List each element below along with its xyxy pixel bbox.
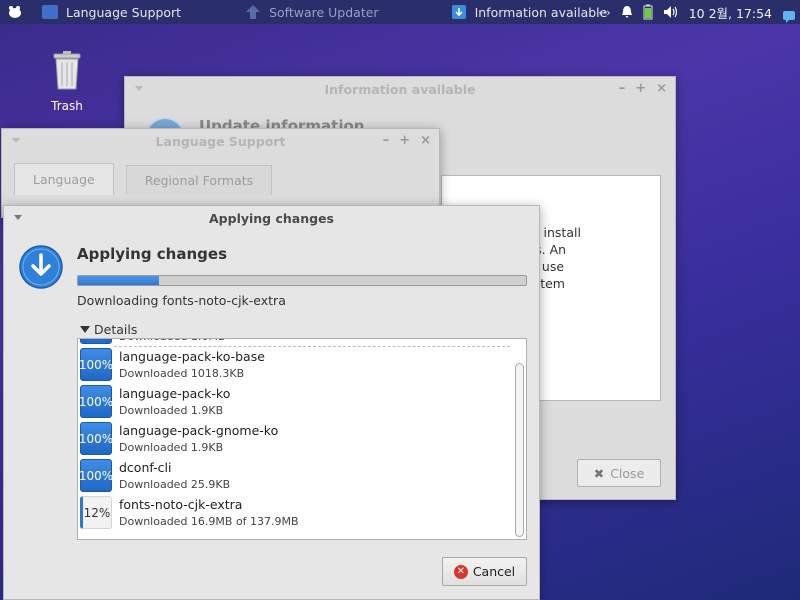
progress-badge: 100%	[79, 348, 113, 381]
cancel-button-label: Cancel	[472, 564, 516, 579]
language-support-icon	[42, 5, 58, 19]
task-label: Information available	[474, 4, 608, 20]
task-label: Software Updater	[269, 4, 379, 20]
close-button[interactable]: ✖ Close	[577, 459, 661, 487]
task-label: Language Support	[66, 4, 182, 20]
apply-titlebar[interactable]: Applying changes	[4, 206, 539, 230]
software-updater-icon	[246, 5, 261, 19]
language-window-title: Language Support	[155, 133, 286, 149]
progress-badge: 12%	[80, 496, 112, 529]
battery-icon[interactable]	[643, 4, 653, 20]
apply-dialog-title: Applying changes	[209, 210, 334, 226]
trash-label: Trash	[51, 99, 83, 113]
task-information-available[interactable]: Information available	[443, 0, 616, 24]
volume-icon[interactable]	[663, 5, 679, 19]
download-size: Downloaded 25.9KB	[119, 478, 231, 491]
package-name: dconf-cli	[119, 460, 172, 475]
package-name: fonts-noto-cjk-extra	[119, 497, 243, 512]
list-item: 100% language-pack-ko Downloaded 1.9KB	[78, 383, 510, 420]
package-name: language-pack-ko	[119, 386, 231, 401]
language-titlebar[interactable]: Language Support – + ×	[2, 129, 439, 153]
clock[interactable]: 10 2월, 17:54	[689, 3, 772, 22]
top-panel: Language Support Software Updater Inform…	[0, 0, 800, 24]
window-menu-icon[interactable]	[12, 138, 20, 143]
info-titlebar[interactable]: Information available – + ×	[125, 77, 675, 101]
tab-regional-formats[interactable]: Regional Formats	[125, 165, 273, 195]
window-menu-icon[interactable]	[135, 86, 143, 91]
download-list[interactable]: 100% Downloaded 1.6MB 100% language-pack-ko…	[77, 338, 527, 540]
list-item: 12% fonts-noto-cjk-extra Downloaded 16.9MB…	[78, 494, 510, 531]
maximize-icon[interactable]: +	[399, 133, 410, 148]
download-size: Downloaded 1.9KB	[119, 404, 224, 417]
download-size: Downloaded 16.9MB of 137.9MB	[119, 515, 299, 528]
overall-progress-bar	[77, 275, 527, 286]
progress-badge: 100%	[80, 339, 112, 344]
details-label: Details	[94, 322, 138, 337]
progress-fill	[78, 276, 159, 285]
cancel-icon: ✕	[453, 564, 468, 579]
task-software-updater[interactable]: Software Updater	[237, 0, 387, 24]
apply-heading: Applying changes	[77, 245, 227, 263]
scrollbar-thumb[interactable]	[515, 363, 524, 537]
list-item: 100% language-pack-gnome-ko Downloaded 1.9…	[78, 420, 510, 457]
progress-badge: 100%	[79, 385, 113, 418]
expander-triangle-icon	[80, 326, 90, 333]
network-icon[interactable]: ‹·›	[598, 6, 610, 19]
list-item: 100% Downloaded 1.6MB	[78, 339, 510, 347]
close-button-label: Close	[610, 465, 645, 481]
tab-language[interactable]: Language	[14, 163, 114, 195]
info-window-title: Information available	[324, 81, 476, 97]
minimize-icon[interactable]: –	[619, 81, 626, 96]
language-tabs: Language Regional Formats	[14, 163, 273, 195]
package-name: language-pack-gnome-ko	[119, 423, 279, 438]
close-x-icon: ✖	[593, 465, 605, 481]
whisker-menu-button[interactable]	[4, 1, 26, 23]
applying-changes-dialog: Applying changes Applying changes Downlo…	[3, 205, 540, 600]
chat-bubble-icon	[783, 11, 795, 23]
download-size: Downloaded 1018.3KB	[119, 367, 245, 380]
xfce-mouse-icon	[9, 6, 21, 18]
package-name: language-pack-ko-base	[119, 349, 265, 364]
download-icon	[451, 5, 466, 19]
close-icon[interactable]: ×	[420, 133, 431, 148]
notification-bell-icon[interactable]	[621, 5, 633, 19]
download-size: Downloaded 1.9KB	[119, 441, 224, 454]
cancel-button[interactable]: ✕ Cancel	[442, 557, 527, 586]
list-item: 100% language-pack-ko-base Downloaded 1018…	[78, 346, 510, 383]
download-list-inner: 100% Downloaded 1.6MB 100% language-pack-ko…	[78, 339, 510, 531]
details-expander[interactable]: Details	[80, 322, 137, 337]
list-item: 100% dconf-cli Downloaded 25.9KB	[78, 457, 510, 494]
scrollbar[interactable]	[514, 341, 524, 537]
close-icon[interactable]: ×	[656, 81, 667, 96]
progress-badge: 100%	[79, 459, 113, 492]
desktop-trash[interactable]: Trash	[40, 50, 94, 113]
status-text: Downloading fonts-noto-cjk-extra	[77, 293, 286, 308]
task-language-support[interactable]: Language Support	[34, 0, 189, 24]
trash-icon	[53, 51, 81, 90]
download-size: Downloaded 1.6MB	[119, 339, 225, 343]
window-menu-icon[interactable]	[14, 215, 22, 220]
system-tray: ‹·› 10 2월, 17:54	[598, 0, 800, 24]
download-arrow-icon	[19, 245, 63, 289]
progress-badge: 100%	[79, 422, 113, 455]
minimize-icon[interactable]: –	[383, 133, 390, 148]
maximize-icon[interactable]: +	[635, 81, 646, 96]
